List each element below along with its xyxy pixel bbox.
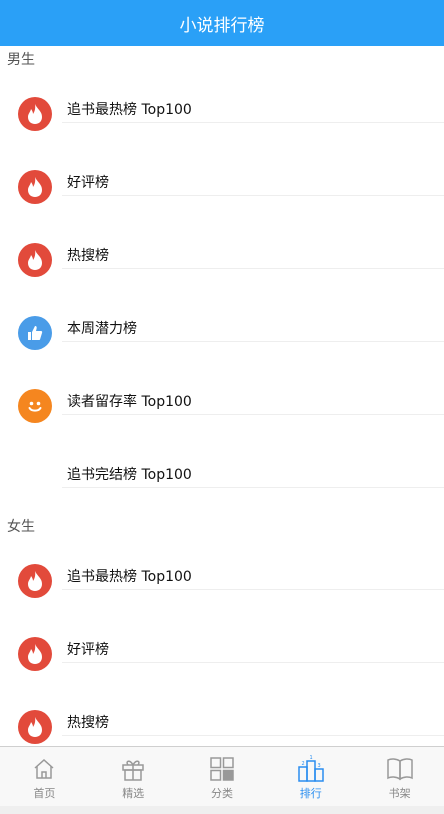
tab-category[interactable]: 分类	[178, 747, 267, 806]
divider	[62, 122, 444, 123]
tab-bookshelf[interactable]: 书架	[355, 747, 444, 806]
grid-icon	[208, 755, 236, 783]
divider	[62, 195, 444, 196]
list-item-label: 好评榜	[67, 175, 109, 191]
smile-icon	[18, 389, 52, 423]
fire-icon	[18, 710, 52, 744]
tab-label: 分类	[210, 787, 233, 800]
fire-icon	[18, 637, 52, 671]
svg-text:3: 3	[317, 763, 320, 769]
list-item[interactable]: 好评榜	[0, 148, 444, 221]
divider	[62, 735, 444, 736]
bottom-strip	[0, 806, 444, 814]
fire-icon	[18, 564, 52, 598]
divider	[62, 662, 444, 663]
list-item-label: 追书完结榜 Top100	[67, 467, 192, 483]
divider	[62, 341, 444, 342]
tab-label: 书架	[388, 787, 411, 800]
tab-featured[interactable]: 精选	[89, 747, 178, 806]
svg-text:1: 1	[309, 755, 312, 761]
list-item[interactable]: 好评榜	[0, 615, 444, 688]
svg-text:2: 2	[301, 761, 304, 767]
list-item-label: 读者留存率 Top100	[67, 394, 192, 410]
list-item[interactable]: 本周潜力榜	[0, 294, 444, 367]
list-item[interactable]: 热搜榜	[0, 221, 444, 294]
tab-home[interactable]: 首页	[0, 747, 89, 806]
podium-icon: 1 2 3	[297, 755, 325, 783]
list-item-label: 好评榜	[67, 642, 109, 658]
page-title: 小说排行榜	[179, 15, 265, 36]
fire-icon	[18, 243, 52, 277]
list-item[interactable]: 追书最热榜 Top100	[0, 542, 444, 615]
list-item-label: 热搜榜	[67, 715, 109, 731]
home-icon	[30, 755, 58, 783]
divider	[62, 268, 444, 269]
list-item-label: 本周潜力榜	[67, 321, 137, 337]
list-item[interactable]: 追书完结榜 Top100	[0, 440, 444, 513]
fire-icon	[18, 170, 52, 204]
tab-label: 精选	[122, 787, 145, 800]
fire-icon	[18, 97, 52, 131]
app-header: 小说排行榜	[0, 0, 444, 46]
list-item[interactable]: 追书最热榜 Top100	[0, 75, 444, 148]
tab-label: 排行	[299, 787, 322, 800]
thumbs-up-icon	[18, 316, 52, 350]
tab-label: 首页	[33, 787, 56, 800]
list-item-label: 热搜榜	[67, 248, 109, 264]
list-item[interactable]: 热搜榜	[0, 688, 444, 746]
list-item-label: 追书最热榜 Top100	[67, 569, 192, 585]
section-title-female: 女生	[0, 513, 444, 542]
tab-ranking[interactable]: 1 2 3 排行	[266, 747, 355, 806]
bottom-tab-bar: 首页 精选 分类 1 2 3 排行 书架	[0, 746, 444, 806]
book-icon	[386, 755, 414, 783]
divider	[62, 589, 444, 590]
divider	[62, 487, 444, 488]
section-title-male: 男生	[0, 46, 444, 75]
divider	[62, 414, 444, 415]
list-item[interactable]: 读者留存率 Top100	[0, 367, 444, 440]
gift-icon	[119, 755, 147, 783]
ranking-list: 男生 追书最热榜 Top100 好评榜 热搜榜 本周潜力榜 读者留存率 Top1…	[0, 46, 444, 746]
list-item-label: 追书最热榜 Top100	[67, 102, 192, 118]
